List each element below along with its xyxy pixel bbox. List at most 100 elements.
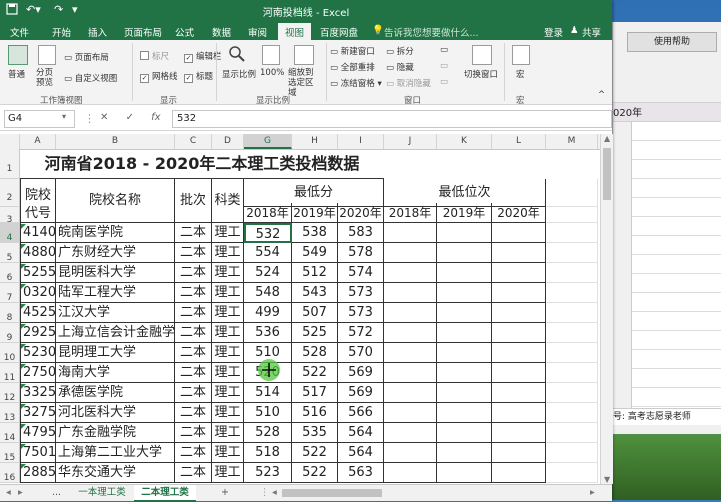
school-name[interactable]: 广东财经大学 xyxy=(56,243,175,263)
min-score-2018[interactable]: 548 xyxy=(244,283,292,303)
help-button[interactable]: 使用帮助 xyxy=(627,32,717,52)
error-indicator-icon[interactable] xyxy=(21,384,26,389)
school-name[interactable]: 皖南医学院 xyxy=(56,223,175,243)
subject[interactable]: 理工 xyxy=(212,283,244,303)
tab-baidu-netdisk[interactable]: 百度网盘 xyxy=(320,25,358,39)
header-year[interactable]: 2018年 xyxy=(244,203,292,223)
macros-icon[interactable] xyxy=(512,45,530,65)
header-year[interactable]: 2018年 xyxy=(384,203,437,223)
error-indicator-icon[interactable] xyxy=(21,304,26,309)
add-sheet-button[interactable]: + xyxy=(218,485,232,500)
school-name[interactable]: 河北医科大学 xyxy=(56,403,175,423)
column-header-k[interactable]: K xyxy=(437,134,492,149)
batch[interactable]: 二本 xyxy=(175,383,212,403)
sync-scroll-icon[interactable]: ▭ xyxy=(440,61,448,71)
arrange-all-button[interactable]: ▭ 全部重排 xyxy=(330,61,375,73)
tab-review[interactable]: 审阅 xyxy=(248,25,267,39)
min-score-2019[interactable]: 522 xyxy=(292,363,338,383)
min-score-2020[interactable]: 569 xyxy=(338,363,384,383)
min-rank-cell[interactable] xyxy=(437,463,492,483)
tab-insert[interactable]: 插入 xyxy=(88,25,107,39)
min-rank-cell[interactable] xyxy=(437,223,492,243)
min-rank-cell[interactable] xyxy=(384,323,437,343)
batch[interactable]: 二本 xyxy=(175,443,212,463)
subject[interactable]: 理工 xyxy=(212,343,244,363)
min-rank-cell[interactable] xyxy=(492,383,546,403)
min-rank-cell[interactable] xyxy=(437,443,492,463)
school-name[interactable]: 上海立信会计金融学 xyxy=(56,323,175,343)
min-rank-cell[interactable] xyxy=(384,223,437,243)
min-score-2020[interactable]: 574 xyxy=(338,263,384,283)
new-window-button[interactable]: ▭ 新建窗口 xyxy=(330,45,375,57)
min-score-2020[interactable]: 573 xyxy=(338,303,384,323)
enter-icon[interactable]: ✓ xyxy=(126,112,134,123)
min-rank-cell[interactable] xyxy=(437,343,492,363)
subject[interactable]: 理工 xyxy=(212,463,244,483)
error-indicator-icon[interactable] xyxy=(21,324,26,329)
subject[interactable]: 理工 xyxy=(212,323,244,343)
error-indicator-icon[interactable] xyxy=(21,404,26,409)
ruler-checkbox[interactable]: 标尺 xyxy=(140,50,169,62)
row-header[interactable]: 11 xyxy=(0,363,20,383)
min-rank-cell[interactable] xyxy=(384,363,437,383)
min-score-2020[interactable]: 569 xyxy=(338,383,384,403)
min-score-2019[interactable]: 528 xyxy=(292,343,338,363)
min-rank-cell[interactable] xyxy=(437,243,492,263)
min-score-2018[interactable]: 523 xyxy=(244,463,292,483)
batch[interactable]: 二本 xyxy=(175,463,212,483)
row-header[interactable]: 16 xyxy=(0,463,20,483)
row-header[interactable]: 3 xyxy=(0,207,20,225)
min-rank-cell[interactable] xyxy=(384,283,437,303)
header-name[interactable]: 院校名称 xyxy=(56,179,175,223)
hscroll-left-icon[interactable]: ◂ xyxy=(272,485,277,500)
row-header[interactable]: 9 xyxy=(0,323,20,343)
tab-data[interactable]: 数据 xyxy=(212,25,231,39)
batch[interactable]: 二本 xyxy=(175,403,212,423)
min-score-2018[interactable]: 514 xyxy=(244,383,292,403)
min-rank-cell[interactable] xyxy=(492,223,546,243)
min-rank-cell[interactable] xyxy=(437,403,492,423)
row-header[interactable]: 8 xyxy=(0,303,20,323)
min-score-2020[interactable]: 563 xyxy=(338,463,384,483)
unhide-button[interactable]: ▭ 取消隐藏 xyxy=(386,77,431,89)
page-break-preview-button[interactable]: 分页预览 xyxy=(36,68,60,88)
empty-cell[interactable] xyxy=(546,423,598,443)
empty-cell[interactable] xyxy=(546,303,598,323)
min-score-2019[interactable]: 522 xyxy=(292,463,338,483)
header-year[interactable]: 2019年 xyxy=(437,203,492,223)
normal-view-icon[interactable] xyxy=(8,45,28,65)
sheet-tab-erben[interactable]: 二本理工类 xyxy=(134,485,196,502)
school-name[interactable]: 陆军工程大学 xyxy=(56,283,175,303)
gridlines-checkbox[interactable]: ✓ 网格线 xyxy=(140,70,178,83)
min-score-2020[interactable]: 570 xyxy=(338,343,384,363)
normal-view-button[interactable]: 普通 xyxy=(8,68,25,80)
min-rank-cell[interactable] xyxy=(384,243,437,263)
empty-cell[interactable] xyxy=(546,283,598,303)
freeze-panes-button[interactable]: ▭ 冻结窗格 ▾ xyxy=(330,77,382,89)
min-score-2019[interactable]: 516 xyxy=(292,403,338,423)
scroll-up-icon[interactable]: ▲ xyxy=(604,134,610,143)
school-name[interactable]: 海南大学 xyxy=(56,363,175,383)
row-header[interactable]: 15 xyxy=(0,443,20,463)
header-batch[interactable]: 批次 xyxy=(175,179,212,223)
error-indicator-icon[interactable] xyxy=(21,224,26,229)
zoom-button[interactable]: 显示比例 xyxy=(222,68,256,80)
batch[interactable]: 二本 xyxy=(175,323,212,343)
min-score-2019[interactable]: 525 xyxy=(292,323,338,343)
scrollbar-thumb[interactable] xyxy=(603,148,611,200)
min-score-2019[interactable]: 549 xyxy=(292,243,338,263)
column-header-l[interactable]: L xyxy=(492,134,546,149)
min-rank-cell[interactable] xyxy=(492,443,546,463)
scroll-down-icon[interactable]: ▼ xyxy=(604,475,610,484)
min-score-2018[interactable]: 524 xyxy=(244,263,292,283)
header-year[interactable]: 2020年 xyxy=(492,203,546,223)
empty-cell[interactable] xyxy=(546,207,598,223)
switch-windows-icon[interactable] xyxy=(472,45,492,65)
min-score-2019[interactable]: 535 xyxy=(292,423,338,443)
row-header[interactable]: 12 xyxy=(0,383,20,403)
min-score-2019[interactable]: 543 xyxy=(292,283,338,303)
fx-icon[interactable]: fx xyxy=(151,112,160,123)
school-name[interactable]: 上海第二工业大学 xyxy=(56,443,175,463)
empty-cell[interactable] xyxy=(546,443,598,463)
header-code[interactable]: 院校代号 xyxy=(20,179,56,223)
